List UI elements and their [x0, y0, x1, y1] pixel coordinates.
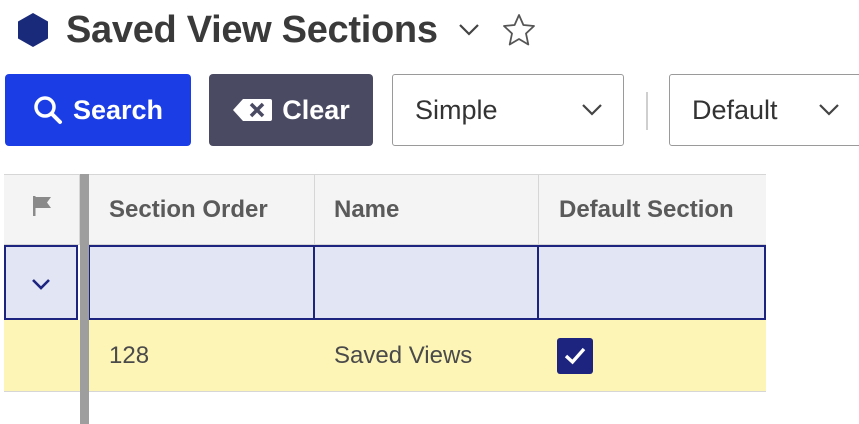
search-button-label: Search: [72, 94, 164, 125]
chevron-down-icon: [818, 103, 840, 117]
star-icon[interactable]: [502, 13, 536, 47]
flag-icon: [30, 194, 54, 225]
search-button[interactable]: Search: [5, 74, 191, 146]
chevron-down-icon: [581, 103, 603, 117]
flag-column-header[interactable]: [4, 174, 80, 245]
cell-name: Saved Views: [334, 342, 473, 369]
chevron-down-icon[interactable]: [458, 23, 480, 37]
hexagon-icon: [14, 11, 52, 49]
mode-select-value: Simple: [415, 94, 498, 125]
page-title: Saved View Sections: [66, 8, 438, 51]
filter-section-order[interactable]: [88, 245, 315, 320]
mode-select[interactable]: Simple: [392, 74, 624, 146]
filter-name[interactable]: [313, 245, 539, 320]
backspace-icon: [232, 98, 273, 122]
clear-button-label: Clear: [282, 94, 350, 125]
column-header-default-section[interactable]: Default Section: [539, 174, 766, 245]
checkmark-icon: [564, 347, 586, 365]
column-header-name[interactable]: Name: [315, 174, 539, 245]
chevron-down-icon: [31, 269, 51, 297]
search-icon: [33, 95, 63, 125]
cell-default-section: [557, 320, 757, 392]
column-header-section-order[interactable]: Section Order: [89, 174, 315, 245]
default-section-checkbox[interactable]: [557, 338, 593, 374]
column-resize-handle[interactable]: [80, 174, 89, 424]
toolbar-divider: [646, 92, 648, 130]
filter-toggle[interactable]: [4, 245, 78, 320]
clear-button[interactable]: Clear: [209, 74, 373, 146]
cell-section-order: 128: [109, 342, 150, 369]
view-select-value: Default: [692, 94, 778, 125]
filter-default-section[interactable]: [537, 245, 766, 320]
page-header: Saved View Sections: [14, 2, 536, 58]
view-select[interactable]: Default: [669, 74, 859, 146]
